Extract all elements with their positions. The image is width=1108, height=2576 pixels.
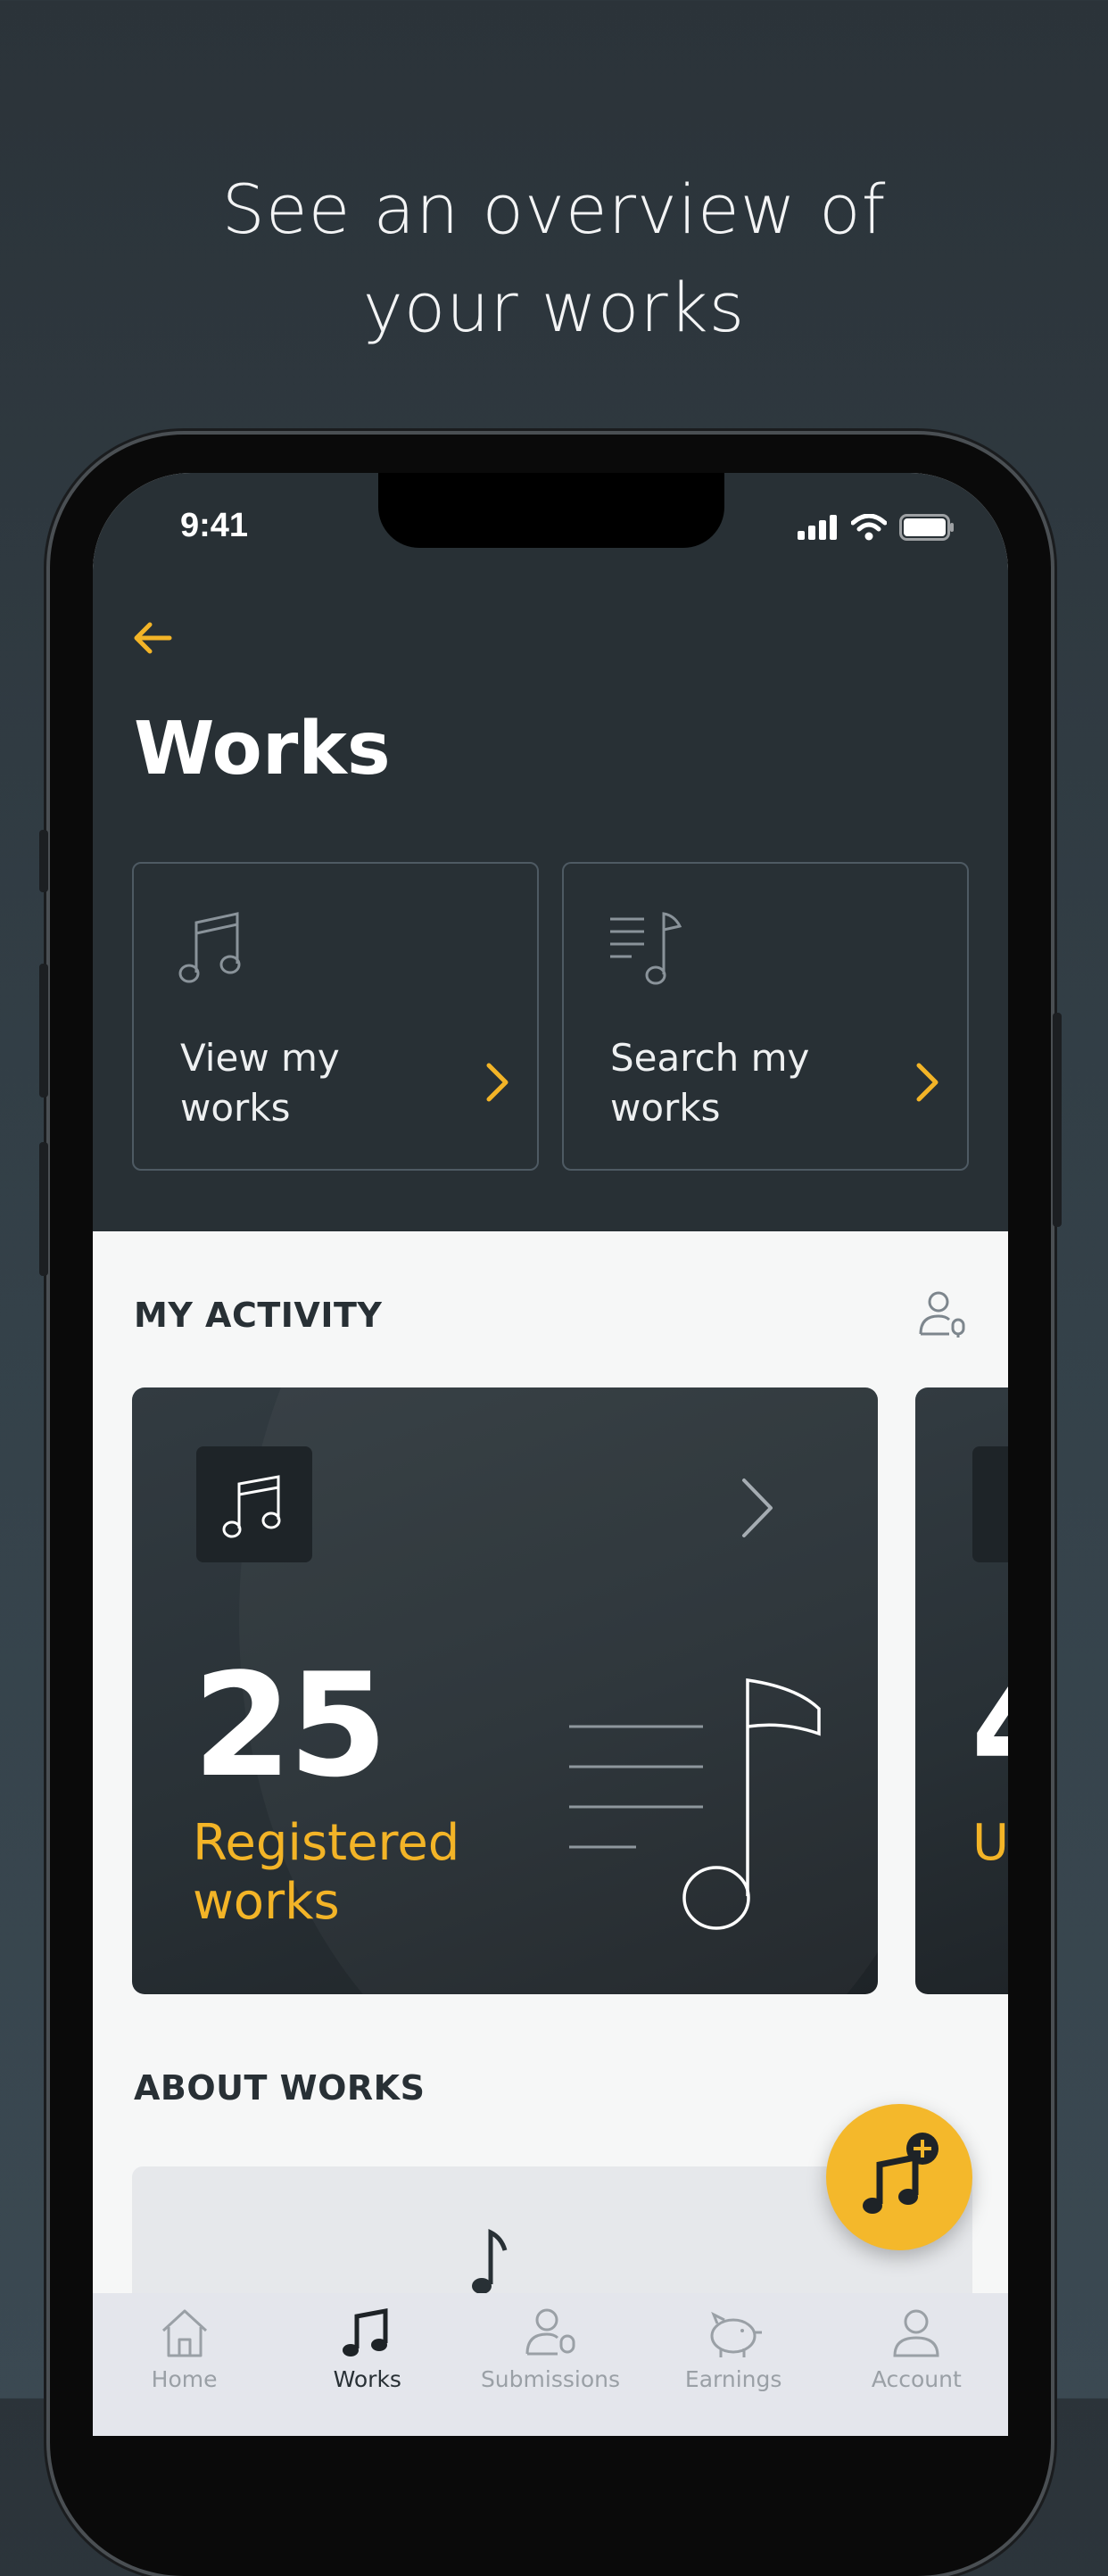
tab-submissions[interactable]: Submissions: [459, 2293, 641, 2436]
tab-account-label: Account: [871, 2366, 962, 2392]
battery-icon: [899, 514, 954, 541]
signal-icon: [798, 515, 837, 540]
side-button-power: [1053, 1013, 1062, 1227]
back-arrow-icon[interactable]: [130, 616, 175, 660]
headline-line-1: See an overview of: [221, 170, 887, 249]
account-icon: [893, 2309, 939, 2357]
music-note-illustration-icon: [569, 1677, 821, 1930]
tab-earnings-label: Earnings: [684, 2366, 782, 2392]
phone-screen: 9:41 Works View my works Search my works…: [93, 473, 1008, 2436]
tab-home-label: Home: [151, 2366, 218, 2392]
tab-account[interactable]: Account: [825, 2293, 1008, 2436]
add-music-icon: [863, 2133, 938, 2214]
about-works-heading: ABOUT WORKS: [134, 2068, 426, 2108]
tab-works[interactable]: Works: [276, 2293, 459, 2436]
piggy-bank-icon: [710, 2311, 763, 2357]
music-note-icon: [342, 2307, 388, 2357]
my-activity-heading: MY ACTIVITY: [134, 1296, 383, 1335]
music-note-icon: [222, 1475, 281, 1538]
wifi-icon: [851, 514, 887, 541]
registered-works-count: 25: [193, 1642, 388, 1809]
headline-line-2: your works: [362, 268, 746, 347]
tab-earnings[interactable]: Earnings: [642, 2293, 825, 2436]
submissions-icon: [525, 2308, 575, 2356]
view-my-works-label: View my works: [180, 1036, 340, 1130]
chevron-right-icon: [486, 1063, 509, 1102]
status-icons: [798, 514, 955, 541]
chevron-right-icon: [916, 1063, 938, 1102]
search-my-works-card[interactable]: Search my works: [562, 862, 969, 1171]
side-button-volume-down: [39, 1142, 48, 1276]
card-icon-box: [196, 1446, 312, 1562]
status-time: 9:41: [180, 507, 249, 544]
add-work-button[interactable]: [826, 2104, 972, 2250]
tab-bar: Home Works Submissions Earnings Account: [93, 2293, 1008, 2436]
chevron-right-icon: [742, 1479, 773, 1537]
tab-home[interactable]: Home: [93, 2293, 276, 2436]
side-button-mute: [39, 830, 48, 892]
side-button-volume-up: [39, 964, 48, 1097]
notch: [378, 473, 724, 548]
page-title: Works: [134, 707, 391, 791]
home-icon: [161, 2309, 207, 2357]
tab-works-label: Works: [333, 2366, 401, 2392]
second-stat-label: U w: [972, 1814, 1008, 1872]
tab-submissions-label: Submissions: [480, 2366, 620, 2392]
second-stat-card[interactable]: 4 U w: [915, 1387, 1008, 1994]
card-icon-box: [972, 1446, 1008, 1562]
view-my-works-card[interactable]: View my works: [132, 862, 539, 1171]
activity-settings-icon[interactable]: [917, 1289, 967, 1339]
music-note-icon: [178, 912, 241, 983]
second-stat-count: 4: [971, 1642, 1008, 1809]
search-my-works-label: Search my works: [610, 1036, 810, 1130]
music-search-icon: [610, 912, 682, 985]
registered-works-card[interactable]: 25 Registered works: [132, 1387, 878, 1994]
promo-headline: See an overview of your works: [0, 161, 1108, 357]
music-note-icon: [472, 2228, 508, 2294]
registered-works-label: Registered works: [193, 1814, 460, 1931]
